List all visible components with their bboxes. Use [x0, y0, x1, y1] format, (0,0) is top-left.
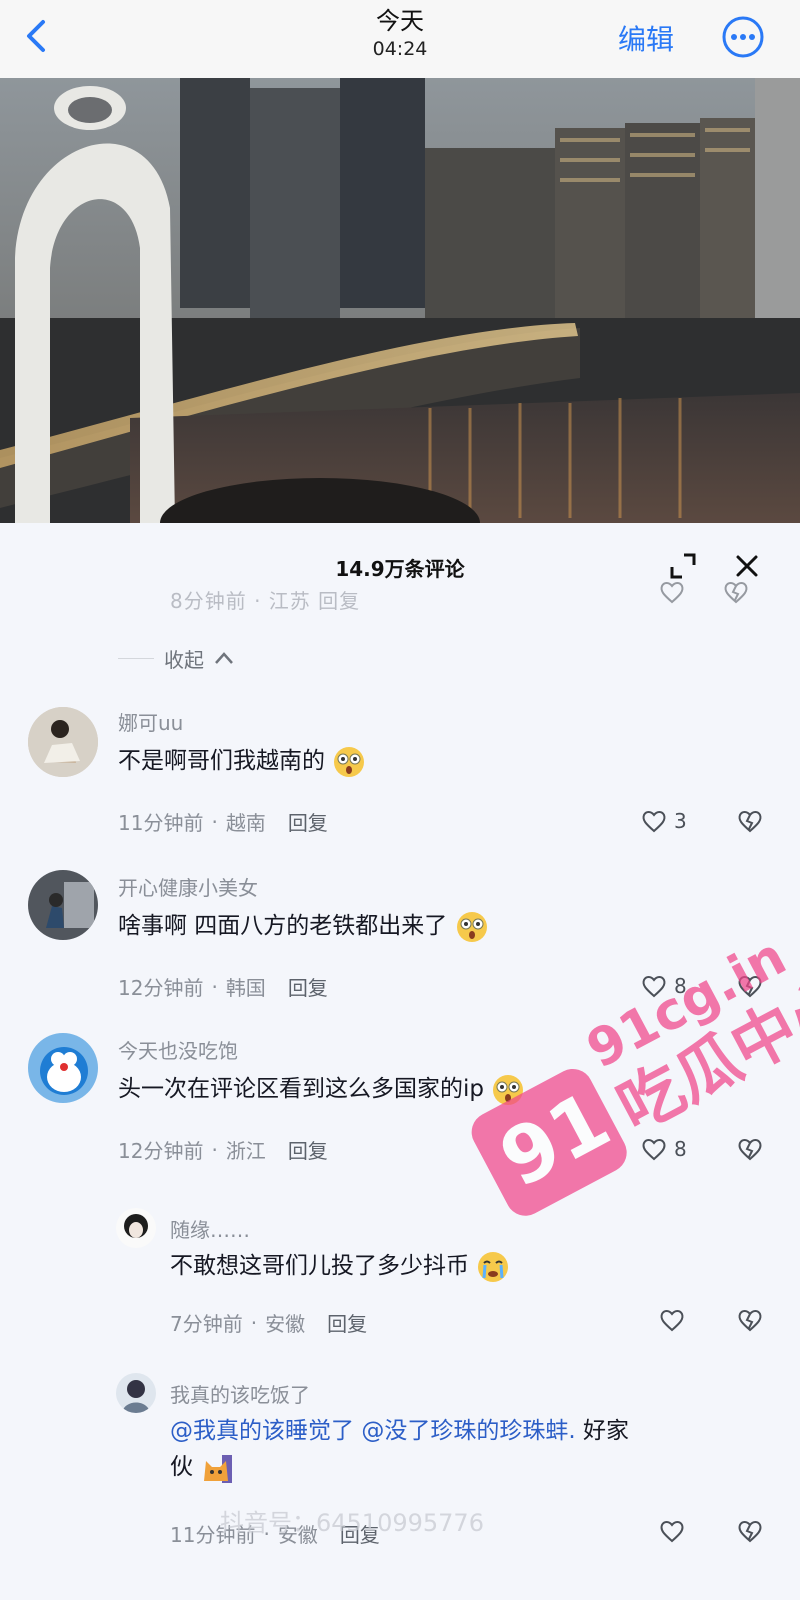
previous-comment-meta: 8分钟前 · 江苏 回复: [170, 589, 361, 613]
avatar[interactable]: [28, 707, 98, 777]
like-count: 3: [674, 809, 687, 833]
avatar-image: [28, 1033, 98, 1103]
more-icon: [722, 16, 764, 58]
edit-button[interactable]: 编辑: [618, 18, 674, 58]
like-button[interactable]: 8: [640, 1135, 687, 1163]
heart-icon[interactable]: [658, 578, 686, 606]
comment-meta: 12分钟前 · 浙江 回复: [118, 1135, 328, 1164]
city-skyline-image: [0, 78, 800, 523]
meta-separator: ·: [250, 1310, 258, 1335]
nav-bar: 今天 04:24 编辑: [0, 0, 800, 79]
comment-meta: 11分钟前 · 越南 回复: [118, 807, 328, 836]
reply-button[interactable]: 回复: [327, 1308, 367, 1337]
comment-time: 11分钟前: [118, 811, 204, 835]
avatar-image: [28, 870, 98, 940]
dazed-emoji-icon: [334, 746, 365, 777]
dislike-icon[interactable]: [736, 1517, 764, 1545]
collapse-replies-button[interactable]: 收起: [118, 643, 234, 673]
avatar[interactable]: [116, 1208, 156, 1248]
like-button[interactable]: [658, 1306, 686, 1334]
like-count: 8: [674, 974, 687, 998]
mention-link[interactable]: @我真的该睡觉了: [170, 1418, 354, 1444]
avatar-image: [116, 1208, 156, 1248]
mention-link[interactable]: @没了珍珠的珍珠蚌.: [361, 1418, 575, 1444]
reply-button[interactable]: 回复: [288, 1135, 328, 1164]
comment-body: 啥事啊 四面八方的老铁都出来了: [118, 913, 448, 939]
comment-meta: 7分钟前 · 安徽 回复: [170, 1308, 367, 1337]
meta-separator: ·: [211, 809, 218, 834]
platform-watermark: 抖音号：64510995776: [220, 1509, 484, 1537]
close-icon: [736, 555, 758, 577]
comment-username[interactable]: 开心健康小美女: [118, 872, 258, 901]
meta-separator: ·: [211, 974, 218, 999]
like-button[interactable]: 8: [640, 972, 687, 1000]
comment-sheet: 14.9万条评论 8分钟前 · 江苏 回复 收起 娜可uu 不是啊哥们我越南的 …: [0, 523, 800, 1600]
comment-location: 安徽: [265, 1312, 306, 1336]
comment-text: 不敢想这哥们儿投了多少抖币: [170, 1248, 510, 1284]
close-button[interactable]: [732, 551, 762, 581]
reply-button[interactable]: 回复: [288, 972, 328, 1001]
divider-line: [118, 657, 154, 659]
like-button[interactable]: [658, 1517, 686, 1545]
dazed-emoji-icon: [456, 911, 487, 942]
comment-location: 韩国: [225, 976, 266, 1000]
comment-body: 头一次在评论区看到这么多国家的ip: [118, 1076, 484, 1102]
comment-time: 12分钟前: [118, 976, 204, 1000]
comment-username[interactable]: 我真的该吃饭了: [170, 1379, 310, 1408]
meta-separator: ·: [211, 1137, 218, 1162]
like-count: 8: [674, 1137, 687, 1161]
comment-text: 啥事啊 四面八方的老铁都出来了: [118, 908, 489, 944]
nav-time: 04:24: [372, 38, 428, 60]
heart-icon: [660, 1521, 684, 1543]
expand-icon: [670, 553, 696, 579]
dazed-emoji-icon: [493, 1074, 524, 1105]
nav-title-group: 今天 04:24: [0, 6, 800, 62]
comment-username[interactable]: 今天也没吃饱: [118, 1035, 238, 1064]
comment-time: 7分钟前: [170, 1312, 243, 1336]
comment-location: 越南: [225, 811, 266, 835]
avatar-image: [28, 707, 98, 777]
comment-time: 12分钟前: [118, 1139, 204, 1163]
dislike-icon[interactable]: [736, 807, 764, 835]
nav-title: 今天: [376, 7, 424, 35]
heart-icon: [642, 811, 666, 833]
heart-icon: [642, 1139, 666, 1161]
heart-icon: [642, 976, 666, 998]
avatar[interactable]: [28, 870, 98, 940]
comment-username[interactable]: 娜可uu: [118, 707, 183, 736]
comment-body-line2: 伙: [170, 1454, 193, 1480]
cat-emoji-icon: [204, 1454, 233, 1483]
comment-text: @我真的该睡觉了 @没了珍珠的珍珠蚌. 好家 伙: [170, 1413, 760, 1485]
video-frame[interactable]: [0, 78, 800, 523]
reply-button[interactable]: 回复: [288, 807, 328, 836]
dislike-icon[interactable]: [736, 972, 764, 1000]
avatar[interactable]: [28, 1033, 98, 1103]
comment-text: 不是啊哥们我越南的: [118, 743, 366, 779]
comment-location: 浙江: [225, 1139, 266, 1163]
like-button[interactable]: 3: [640, 807, 687, 835]
comment-body: 不敢想这哥们儿投了多少抖币: [170, 1253, 469, 1279]
expand-button[interactable]: [668, 551, 698, 581]
dislike-icon[interactable]: [722, 578, 750, 606]
comment-body: 好家: [582, 1418, 629, 1444]
more-button[interactable]: [720, 14, 766, 60]
collapse-label: 收起: [164, 647, 204, 672]
heart-icon: [660, 1310, 684, 1332]
comment-username[interactable]: 随缘……: [170, 1214, 250, 1243]
comment-text: 头一次在评论区看到这么多国家的ip: [118, 1071, 525, 1107]
comment-meta: 12分钟前 · 韩国 回复: [118, 972, 328, 1001]
avatar[interactable]: [116, 1373, 156, 1413]
avatar-image: [116, 1373, 156, 1413]
dislike-icon[interactable]: [736, 1306, 764, 1334]
chevron-up-icon: [215, 652, 233, 664]
comment-body: 不是啊哥们我越南的: [118, 748, 325, 774]
dislike-icon[interactable]: [736, 1135, 764, 1163]
crying-emoji-icon: [478, 1251, 509, 1282]
